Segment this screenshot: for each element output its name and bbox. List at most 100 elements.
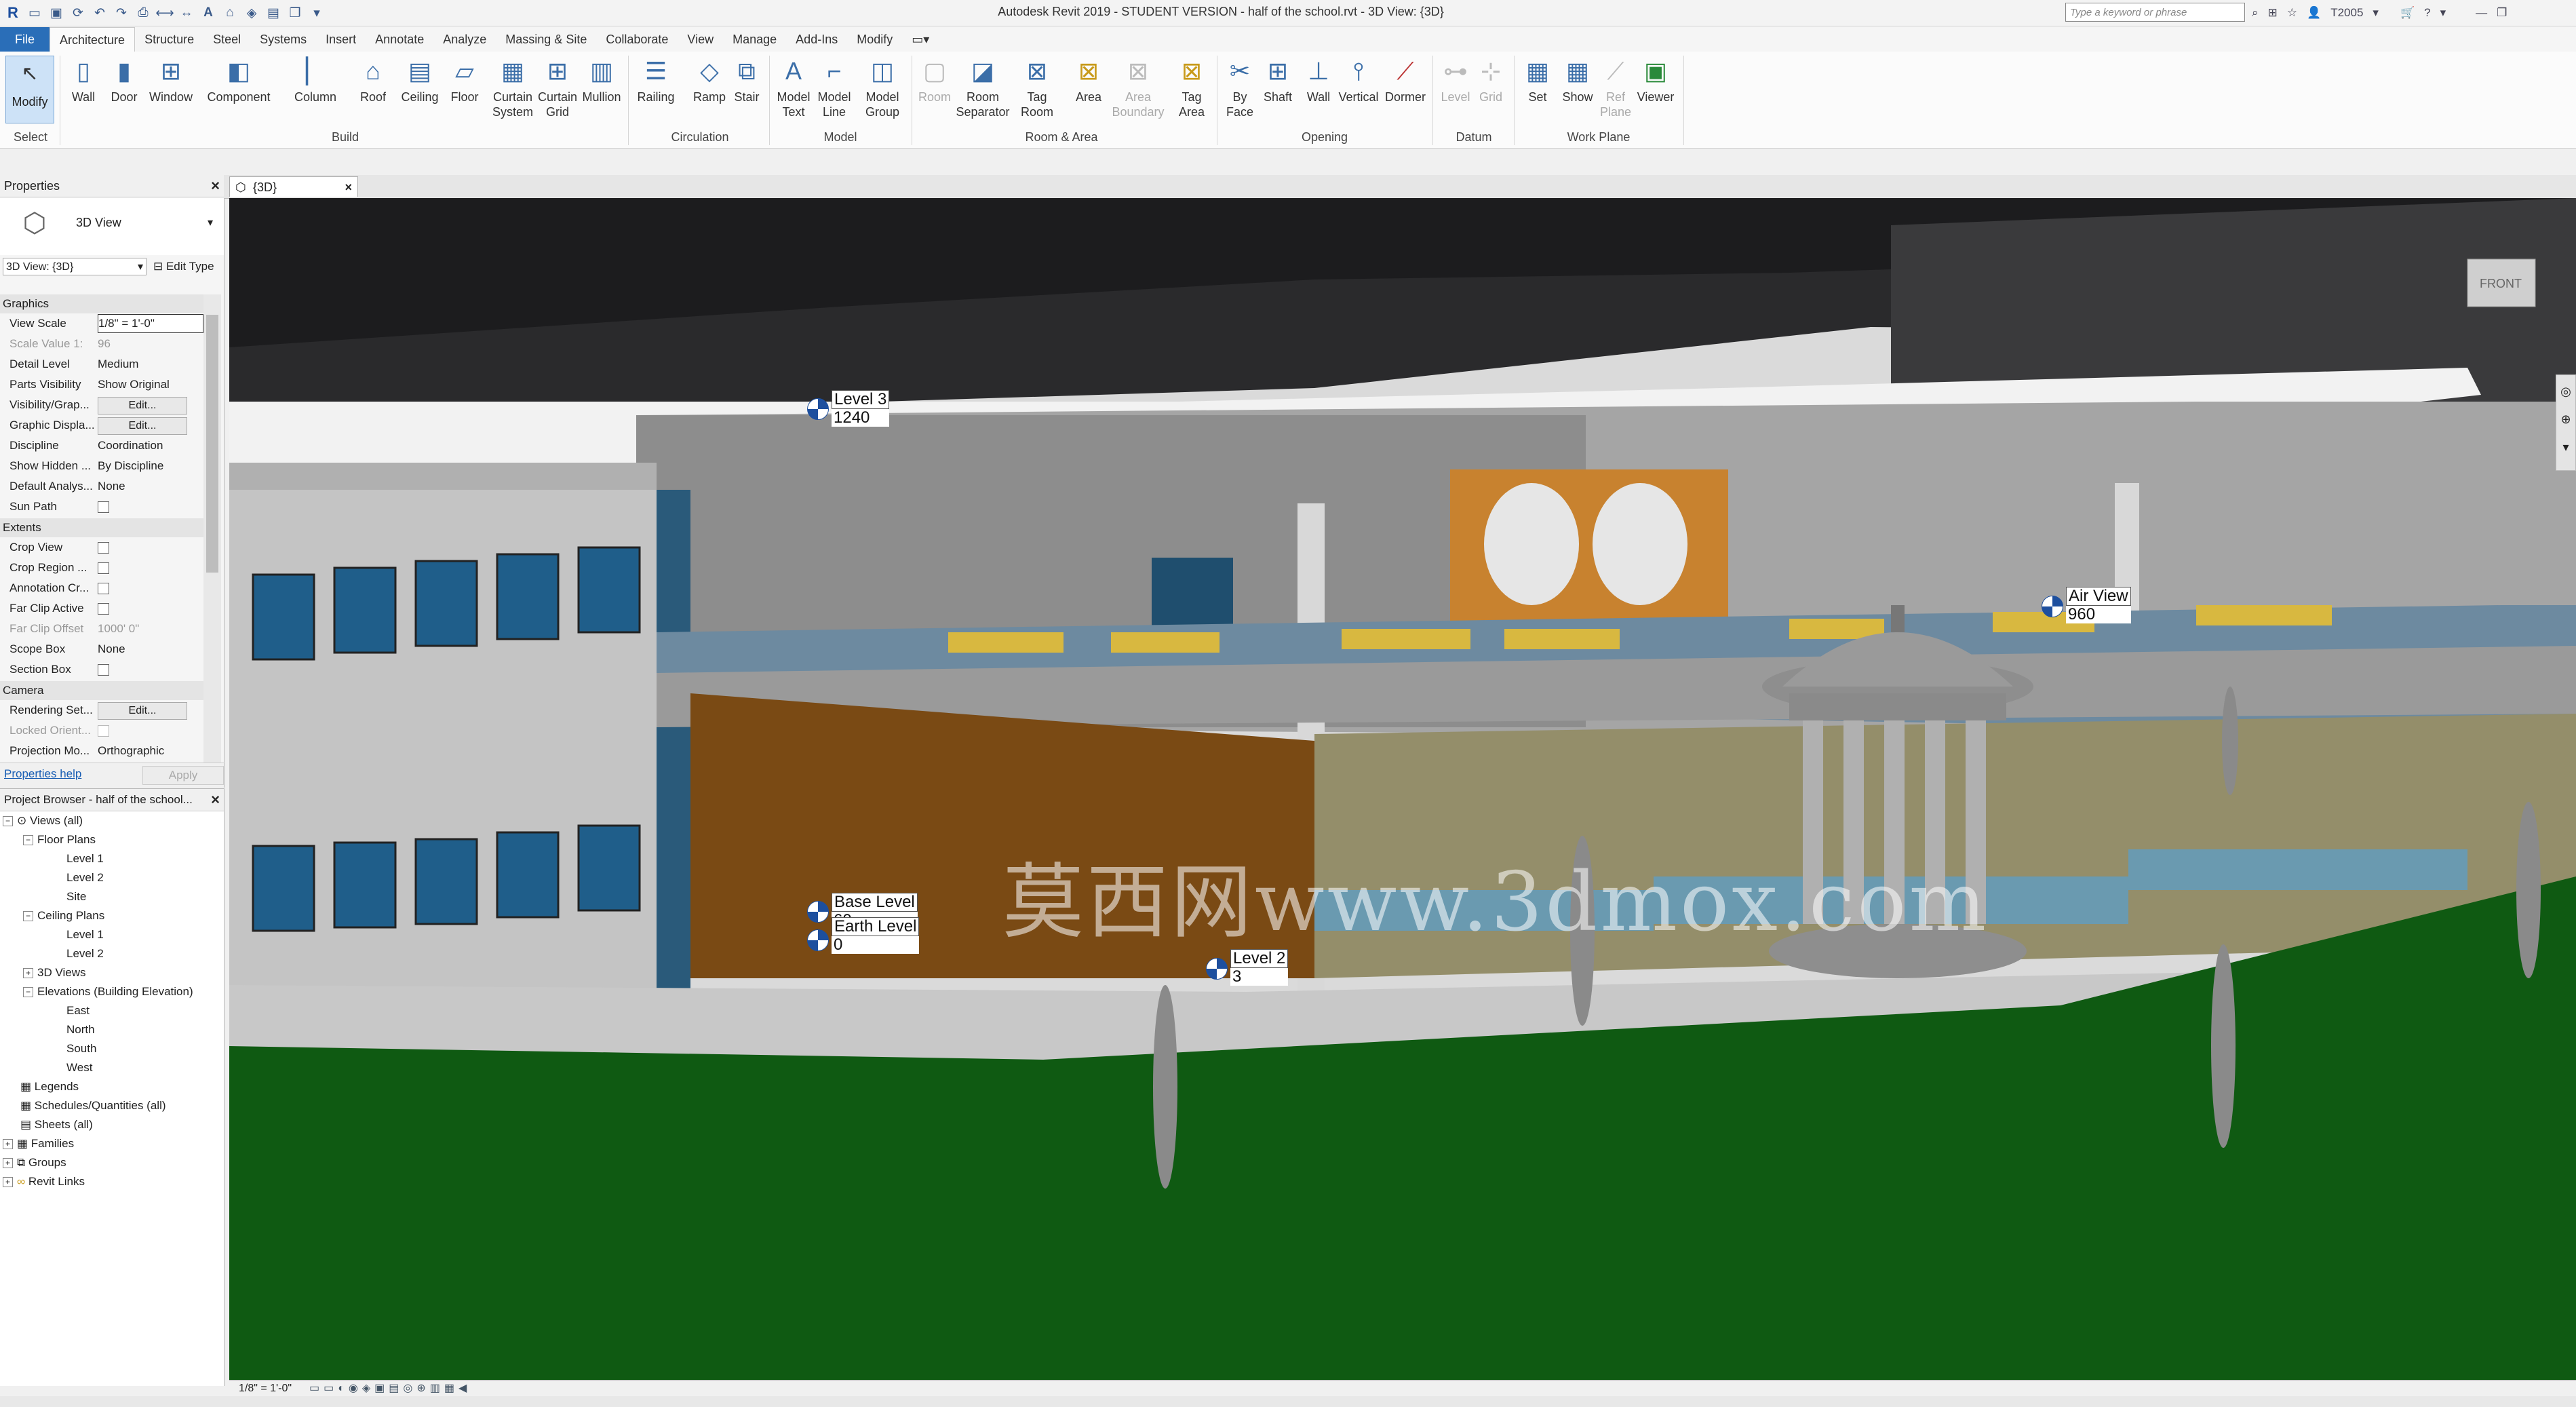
collapse-icon[interactable]: −: [23, 835, 33, 846]
mullion-button[interactable]: ▥ Mullion: [578, 56, 625, 104]
level-marker-icon[interactable]: [807, 929, 829, 951]
type-selector[interactable]: ⬡ 3D View ▾: [0, 198, 224, 255]
window-button[interactable]: ⊞ Window: [145, 56, 197, 104]
edit-type-button[interactable]: ⊟ Edit Type: [153, 258, 214, 275]
tab-collaborate[interactable]: Collaborate: [596, 27, 678, 52]
set-button[interactable]: ▦ Set: [1519, 56, 1556, 104]
section-box-checkbox[interactable]: [98, 664, 109, 676]
expand-icon[interactable]: +: [3, 1139, 13, 1150]
tab-manage[interactable]: Manage: [723, 27, 786, 52]
sync-icon[interactable]: ⟳: [69, 4, 87, 22]
revit-logo-icon[interactable]: R: [4, 4, 22, 22]
floor-button[interactable]: ▱ Floor: [445, 56, 484, 104]
property-row[interactable]: Detail Level Medium: [0, 354, 203, 374]
restore-icon[interactable]: ❐: [2497, 6, 2507, 20]
tree-node-elevation-north[interactable]: North: [66, 1021, 95, 1039]
shaft-button[interactable]: ⊞ Shaft: [1257, 56, 1298, 104]
help-dropdown-icon[interactable]: ▾: [2440, 6, 2446, 20]
tab-massing-site[interactable]: Massing & Site: [496, 27, 596, 52]
property-value[interactable]: Orthographic: [98, 741, 202, 761]
property-value[interactable]: Show Original: [98, 374, 202, 395]
area-button[interactable]: ⊠ Area: [1065, 56, 1112, 104]
level-button[interactable]: ⊶ Level: [1438, 56, 1473, 104]
user-name[interactable]: T2005: [2330, 6, 2363, 20]
room-separator-button[interactable]: ◪ Room Separator: [954, 56, 1012, 119]
tab-systems[interactable]: Systems: [250, 27, 316, 52]
level-marker-icon[interactable]: [2042, 596, 2063, 617]
binoculars-icon[interactable]: ⌕: [2252, 6, 2259, 20]
grid-button[interactable]: ⊹ Grid: [1473, 56, 1508, 104]
property-row[interactable]: Show Hidden ... By Discipline: [0, 456, 203, 476]
property-row[interactable]: Sun Path: [0, 497, 203, 517]
close-icon[interactable]: ×: [211, 175, 220, 197]
tab-structure[interactable]: Structure: [135, 27, 203, 52]
property-row[interactable]: Projection Mo... Orthographic: [0, 741, 203, 761]
property-row[interactable]: Parts Visibility Show Original: [0, 374, 203, 395]
scrollbar-thumb[interactable]: [206, 315, 218, 573]
tree-node-legends[interactable]: ▦ Legends: [20, 1078, 79, 1096]
default-3d-view-icon[interactable]: ⌂: [221, 4, 239, 22]
user-icon[interactable]: 👤: [2307, 6, 2321, 20]
tree-node-elevations[interactable]: − Elevations (Building Elevation): [23, 983, 193, 1001]
zoom-icon[interactable]: ⊕: [2556, 412, 2575, 427]
property-row[interactable]: Crop Region ...: [0, 558, 203, 578]
viewer-button[interactable]: ▣ Viewer: [1633, 56, 1678, 104]
property-value[interactable]: By Discipline: [98, 456, 202, 476]
close-icon[interactable]: ×: [345, 177, 352, 197]
ramp-button[interactable]: ◇ Ramp: [689, 56, 730, 104]
far-clip-active-checkbox[interactable]: [98, 603, 109, 615]
level-tag-earth-level[interactable]: Earth Level 0: [832, 917, 920, 954]
tree-node-ceiling-plan-level-2[interactable]: Level 2: [66, 945, 104, 963]
navigation-bar[interactable]: ◎ ⊕ ▾: [2556, 374, 2576, 471]
open-icon[interactable]: ▭: [26, 4, 43, 22]
property-row[interactable]: Crop View: [0, 537, 203, 558]
tree-node-elevation-south[interactable]: South: [66, 1040, 96, 1058]
minimize-icon[interactable]: —: [2476, 6, 2487, 20]
railing-button[interactable]: ☰ Railing: [633, 56, 678, 104]
tab-steel[interactable]: Steel: [203, 27, 250, 52]
vertical-button[interactable]: ⫯ Vertical: [1335, 56, 1382, 104]
print-icon[interactable]: ⎙: [134, 4, 152, 22]
extents-group[interactable]: Extents: [0, 518, 203, 537]
tree-node-ceiling-plan-level-1[interactable]: Level 1: [66, 926, 104, 944]
tree-node-floor-plan-level-2[interactable]: Level 2: [66, 869, 104, 887]
switch-windows-icon[interactable]: ❐: [286, 4, 304, 22]
property-row[interactable]: Discipline Coordination: [0, 436, 203, 456]
model-group-button[interactable]: ◫ Model Group: [857, 56, 908, 119]
collapse-icon[interactable]: −: [23, 911, 33, 922]
curtain-grid-button[interactable]: ⊞ Curtain Grid: [536, 56, 579, 119]
level-tag-level-2[interactable]: Level 23: [1230, 949, 1289, 986]
expand-icon[interactable]: +: [3, 1177, 13, 1188]
camera-group[interactable]: Camera: [0, 681, 203, 700]
level-tag-air-view[interactable]: Air View 960: [2066, 587, 2131, 623]
stair-button[interactable]: ⧉ Stair: [728, 56, 765, 104]
user-dropdown-icon[interactable]: ▾: [2373, 6, 2379, 20]
expand-icon[interactable]: +: [23, 968, 33, 979]
tag-area-button[interactable]: ⊠ Tag Area: [1171, 56, 1213, 119]
property-value[interactable]: Coordination: [98, 436, 202, 456]
property-row[interactable]: Annotation Cr...: [0, 578, 203, 598]
crop-view-checkbox[interactable]: [98, 542, 109, 554]
tree-node-families[interactable]: + ▦ Families: [3, 1135, 74, 1153]
tree-node-revit-links[interactable]: + ∞ Revit Links: [3, 1173, 85, 1191]
view-scale-selector[interactable]: 1/8" = 1'-0": [239, 1381, 292, 1397]
apply-button[interactable]: Apply: [142, 766, 224, 785]
sun-path-checkbox[interactable]: [98, 501, 109, 514]
area-boundary-button[interactable]: ⊠ Area Boundary: [1110, 56, 1167, 119]
viewcube-label[interactable]: FRONT: [2480, 277, 2522, 291]
wall-opening-button[interactable]: ⊥ Wall: [1298, 56, 1339, 104]
tree-node-floor-plan-site[interactable]: Site: [66, 888, 86, 906]
property-row[interactable]: Rendering Set... Edit...: [0, 700, 203, 720]
edit-button[interactable]: Edit...: [98, 702, 187, 720]
tab-view[interactable]: View: [678, 27, 723, 52]
modify-button[interactable]: ↖ Modify: [5, 56, 54, 123]
tree-node-elevation-west[interactable]: West: [66, 1059, 92, 1077]
tree-node-schedules[interactable]: ▦ Schedules/Quantities (all): [20, 1097, 166, 1115]
close-hidden-windows-icon[interactable]: ▤: [265, 4, 282, 22]
cart-icon[interactable]: 🛒: [2400, 6, 2415, 20]
tab-file[interactable]: File: [0, 27, 50, 52]
properties-help-link[interactable]: Properties help: [4, 767, 81, 781]
property-value[interactable]: None: [98, 639, 202, 659]
level-marker-icon[interactable]: [807, 901, 829, 923]
view-tab-3d[interactable]: ⬡ {3D} ×: [229, 176, 358, 197]
